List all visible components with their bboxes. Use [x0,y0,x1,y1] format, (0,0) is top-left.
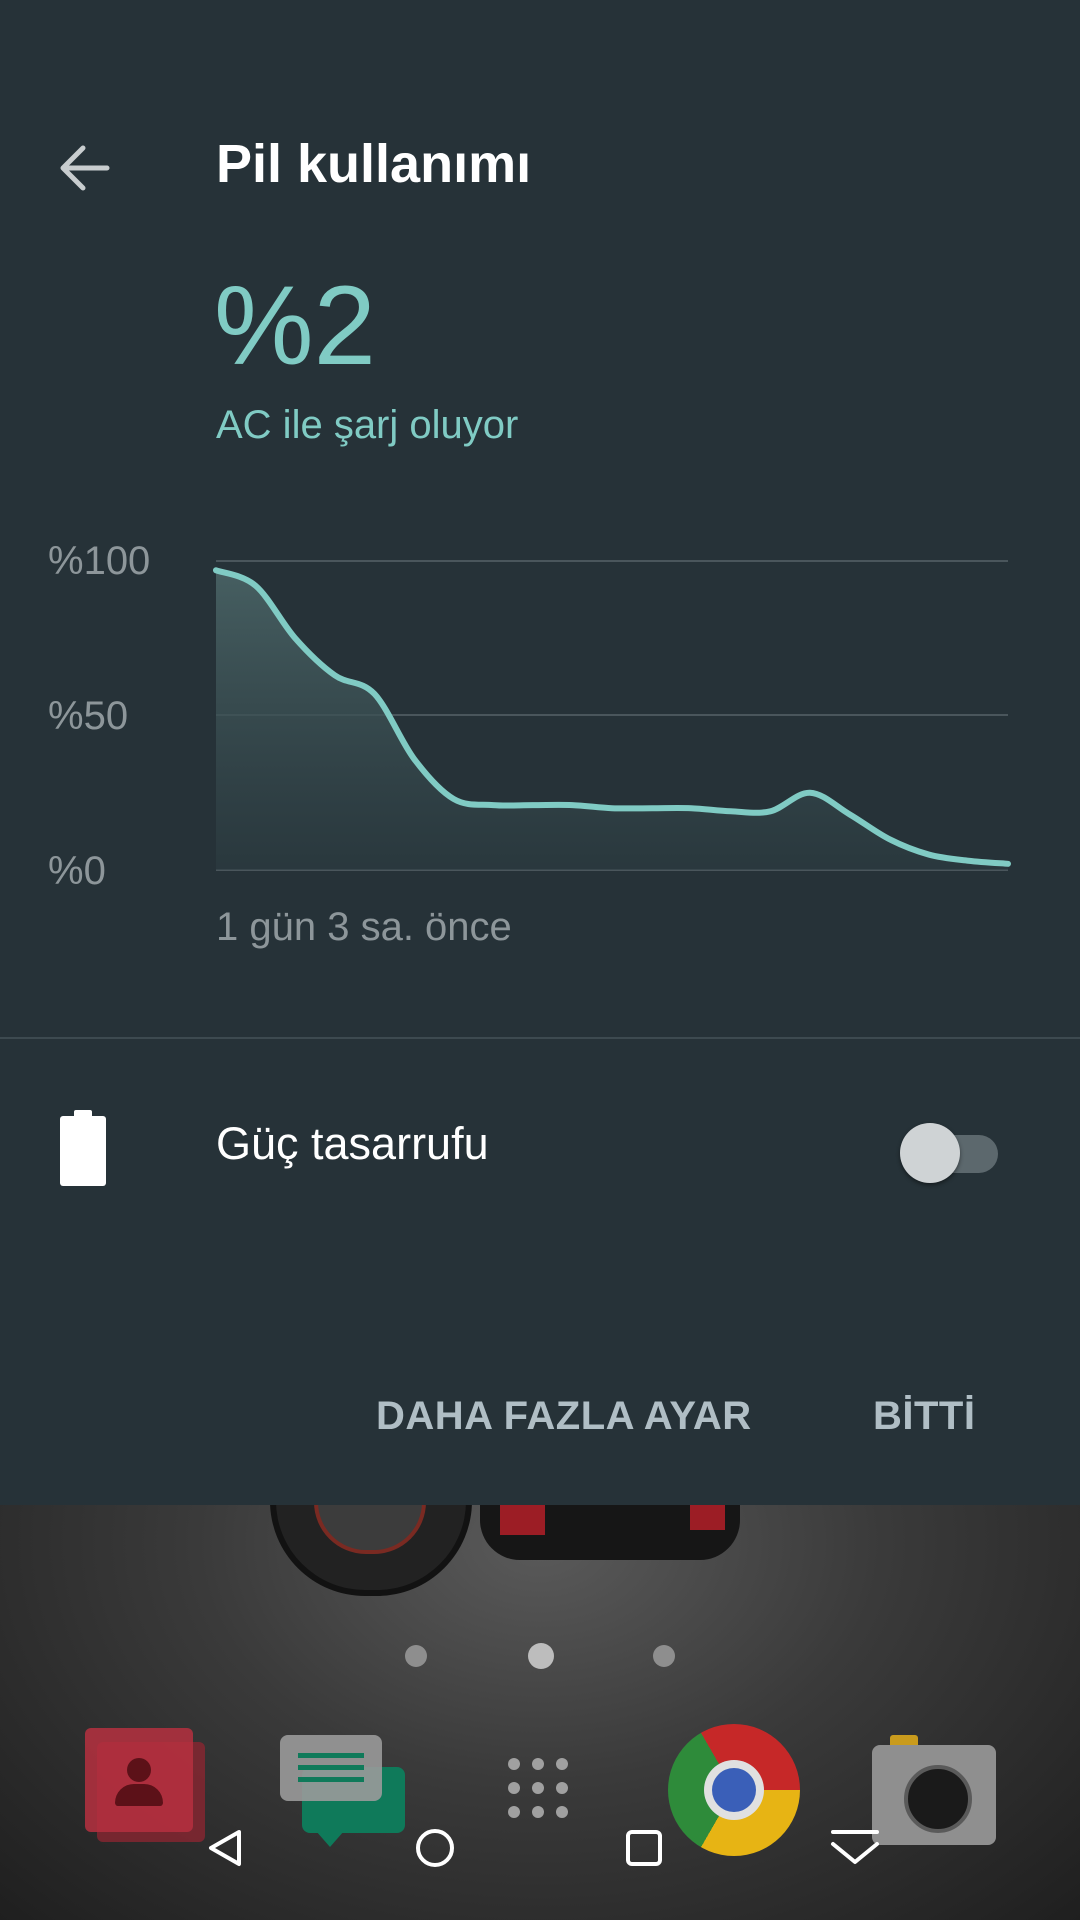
more-settings-button[interactable]: DAHA FAZLA AYAR [376,1394,752,1439]
y-tick-label: %50 [48,694,128,738]
page-indicator [0,1643,1080,1669]
messages-icon[interactable] [280,1735,405,1847]
page-dot-active [528,1643,554,1669]
camera-icon[interactable] [872,1735,996,1845]
done-button[interactable]: BİTTİ [873,1394,975,1439]
divider [0,1037,1080,1039]
back-icon[interactable] [195,1818,255,1878]
charging-status: AC ile şarj oluyor [216,403,519,447]
battery-area [216,570,1008,870]
battery-percent: %2 [214,263,376,388]
battery-usage-panel: Pil kullanımı %2 AC ile şarj oluyor %100… [0,0,1080,1505]
back-arrow-icon[interactable] [55,140,115,196]
recents-icon[interactable] [614,1818,674,1878]
battery-icon [60,1110,106,1186]
y-tick-label: %100 [48,539,150,583]
page-dot [405,1645,427,1667]
collapse-icon[interactable] [825,1818,885,1878]
chart-time-label: 1 gün 3 sa. önce [216,905,512,949]
power-saver-label: Güç tasarrufu [216,1118,489,1169]
page-title: Pil kullanımı [216,134,532,194]
app-drawer-icon[interactable] [508,1758,568,1818]
toggle-thumb [900,1123,960,1183]
chrome-icon[interactable] [668,1724,800,1856]
contacts-icon[interactable] [85,1728,205,1843]
battery-history-chart: %100 %50 %0 [48,539,1011,893]
y-tick-label: %0 [48,849,106,893]
power-saver-toggle[interactable] [900,1120,1000,1183]
page-dot [653,1645,675,1667]
wallpaper-car-detail [500,1500,545,1535]
home-wallpaper [0,1500,1080,1920]
home-icon[interactable] [405,1818,465,1878]
